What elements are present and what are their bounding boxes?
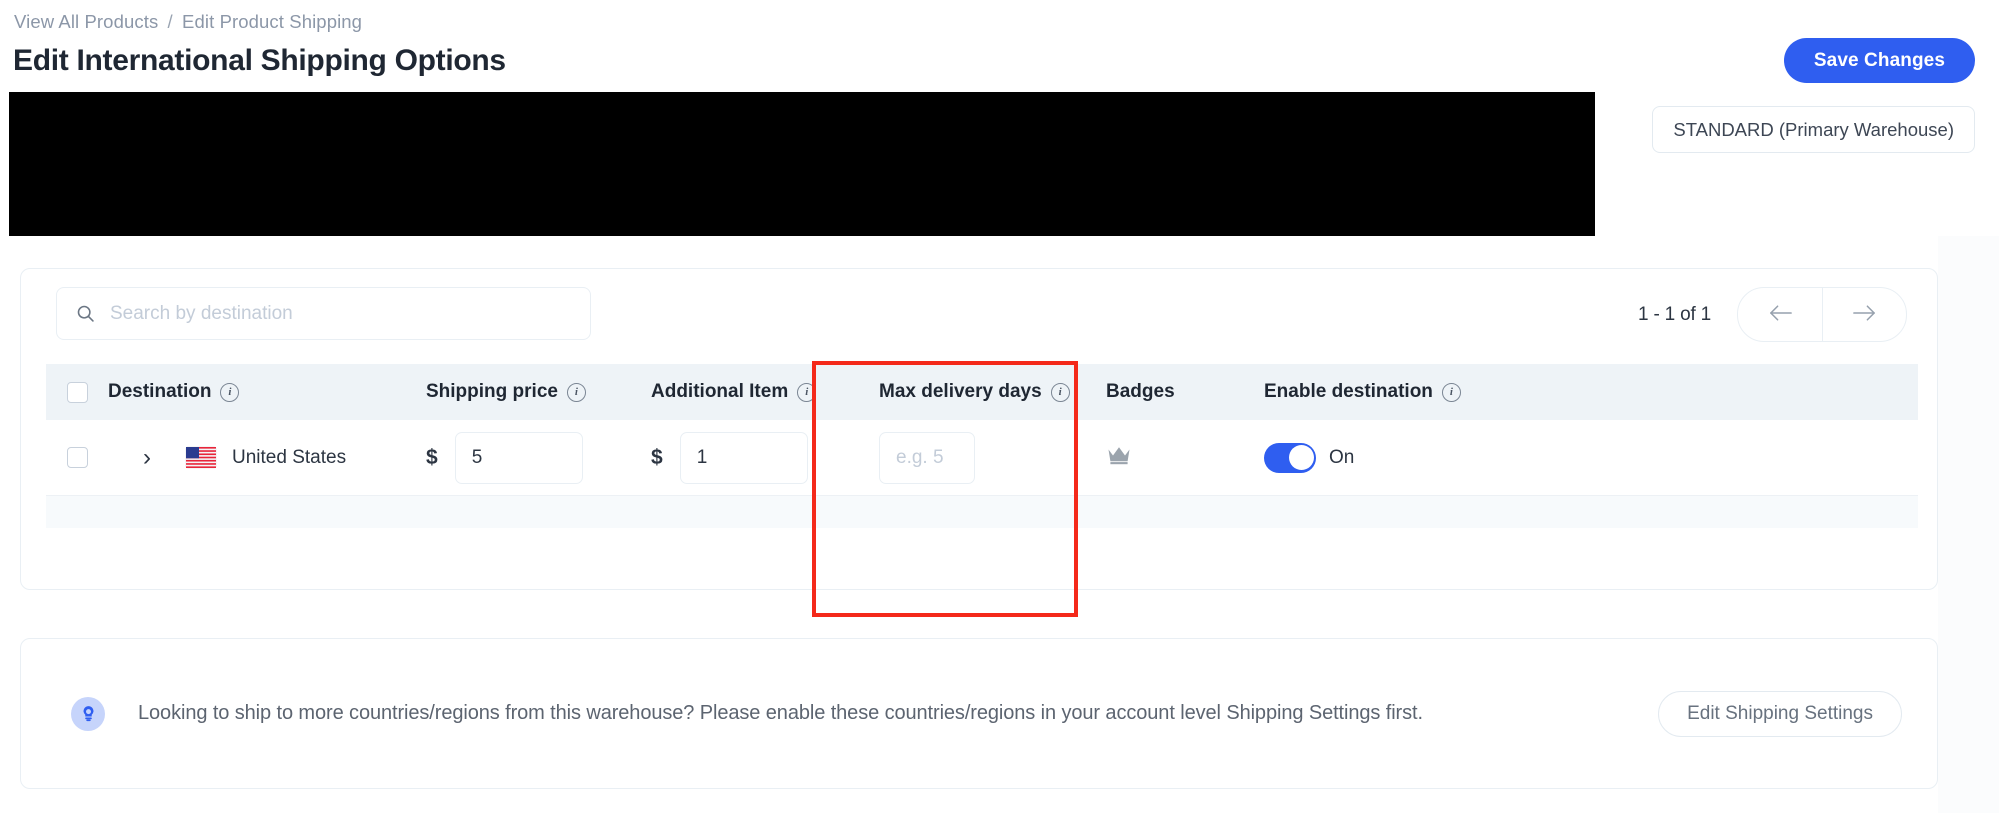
column-header-badges: Badges xyxy=(1106,381,1264,403)
shipping-settings-notice-text: Looking to ship to more countries/region… xyxy=(138,702,1423,724)
redacted-content-bar xyxy=(9,92,1595,236)
search-box[interactable] xyxy=(56,287,591,340)
row-destination-label: United States xyxy=(232,446,347,468)
info-icon[interactable]: i xyxy=(1050,382,1070,402)
column-header-max-delivery-days: Max delivery days i xyxy=(879,381,1106,403)
additional-item-input[interactable] xyxy=(679,431,808,484)
row-additional-item-cell: $ xyxy=(651,431,879,484)
row-badges-cell xyxy=(1106,444,1264,472)
row-enable-destination-cell: On xyxy=(1264,442,1584,473)
column-header-shipping-price: Shipping price i xyxy=(426,381,651,403)
warehouse-select-value: STANDARD (Primary Warehouse) xyxy=(1673,118,1954,140)
column-header-destination-label: Destination xyxy=(108,381,212,402)
breadcrumb: View All Products / Edit Product Shippin… xyxy=(14,11,362,33)
currency-symbol-additional-item: $ xyxy=(651,445,663,469)
save-changes-button[interactable]: Save Changes xyxy=(1783,38,1975,83)
row-expand-cell: › xyxy=(108,445,186,470)
enable-destination-state-label: On xyxy=(1329,446,1355,468)
column-header-badges-label: Badges xyxy=(1106,381,1175,402)
table-header-row: Destination i Shipping price i Additiona… xyxy=(46,364,1918,420)
column-header-max-delivery-days-label: Max delivery days xyxy=(879,381,1042,402)
shipping-settings-notice: Looking to ship to more countries/region… xyxy=(20,638,1938,789)
pagination-next-button[interactable] xyxy=(1822,288,1906,341)
arrow-right-icon xyxy=(1851,303,1878,326)
flag-us-icon xyxy=(186,447,216,468)
chevron-right-icon[interactable]: › xyxy=(143,445,151,470)
info-icon[interactable]: i xyxy=(566,382,586,402)
breadcrumb-separator: / xyxy=(167,11,173,32)
toggle-knob xyxy=(1288,445,1314,470)
lightbulb-icon xyxy=(71,696,105,731)
info-icon[interactable]: i xyxy=(797,382,817,402)
column-header-enable-destination: Enable destination i xyxy=(1264,381,1584,403)
row-select-checkbox[interactable] xyxy=(66,447,88,468)
column-header-additional-item-label: Additional Item xyxy=(651,381,789,402)
max-delivery-days-input[interactable] xyxy=(879,431,975,484)
pagination-prev-button[interactable] xyxy=(1738,288,1822,341)
table-row: › United States $ 5 $ 1 e.g. 5 On xyxy=(46,420,1918,496)
pagination-controls xyxy=(1737,287,1907,342)
column-header-shipping-price-label: Shipping price xyxy=(426,381,558,402)
shipping-destinations-card: 1 - 1 of 1 xyxy=(20,268,1938,590)
column-header-additional-item: Additional Item i xyxy=(651,381,879,403)
pagination: 1 - 1 of 1 xyxy=(1638,287,1907,342)
page-root: View All Products / Edit Product Shippin… xyxy=(0,0,1999,813)
enable-destination-toggle[interactable] xyxy=(1264,442,1316,473)
page-title: Edit International Shipping Options xyxy=(13,44,506,77)
crown-icon xyxy=(1106,444,1132,472)
shipping-price-input[interactable] xyxy=(454,431,583,484)
table-footer-strip xyxy=(46,496,1918,528)
search-input[interactable] xyxy=(108,301,552,326)
row-max-delivery-days-cell xyxy=(879,431,1106,484)
info-icon[interactable]: i xyxy=(1441,382,1461,402)
page-right-gutter xyxy=(1938,236,1999,813)
select-all-checkbox[interactable] xyxy=(66,381,88,403)
warehouse-select[interactable]: STANDARD (Primary Warehouse) xyxy=(1652,106,1975,153)
edit-shipping-settings-button[interactable]: Edit Shipping Settings xyxy=(1658,690,1902,737)
breadcrumb-item-edit-product-shipping[interactable]: Edit Product Shipping xyxy=(182,11,362,32)
pagination-range-label: 1 - 1 of 1 xyxy=(1638,303,1711,325)
arrow-left-icon xyxy=(1767,303,1794,326)
breadcrumb-item-view-all-products[interactable]: View All Products xyxy=(14,11,158,32)
column-header-destination: Destination i xyxy=(108,381,426,403)
select-all-header-cell xyxy=(46,381,108,403)
info-icon[interactable]: i xyxy=(220,382,240,402)
row-shipping-price-cell: $ xyxy=(426,431,651,484)
row-destination-cell: United States xyxy=(186,447,426,469)
column-header-enable-destination-label: Enable destination xyxy=(1264,381,1433,402)
search-icon xyxy=(75,303,96,324)
currency-symbol-shipping-price: $ xyxy=(426,445,438,469)
row-select-cell xyxy=(46,447,108,468)
